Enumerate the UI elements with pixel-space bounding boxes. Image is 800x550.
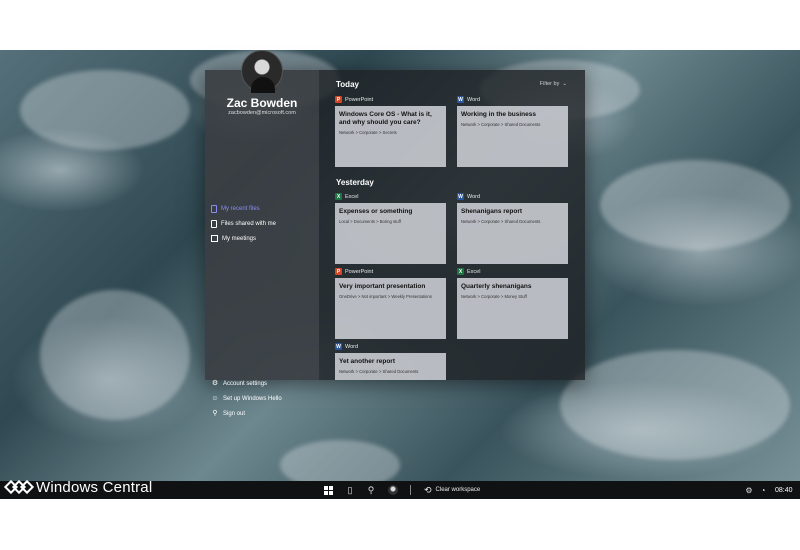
clear-workspace-icon: ⟲	[424, 484, 432, 495]
app-name: Word	[345, 343, 359, 350]
sidebar-item-account-settings[interactable]: ⚙ Account settings	[208, 377, 316, 390]
task-view-button[interactable]: ▯	[344, 484, 356, 496]
file-card[interactable]: P PowerPoint Very important presentation O…	[335, 267, 446, 339]
app-name: PowerPoint	[345, 268, 374, 275]
file-title: Quarterly shenanigans	[461, 283, 532, 290]
file-path: Network > Corporate > Shared Documents	[339, 369, 419, 374]
calendar-icon	[211, 235, 218, 242]
file-path: Network > Corporate > Money Stuff	[461, 294, 527, 299]
people-button[interactable]: ⚲	[365, 484, 377, 496]
recent-files-panel: Today Filter by ⌄ P PowerPoint Windows Co…	[319, 70, 585, 380]
sidebar-item-label: Set up Windows Hello	[223, 395, 282, 402]
user-avatar-button[interactable]	[387, 484, 399, 496]
sidebar-item-label: My meetings	[222, 235, 257, 242]
sidebar-item-recent-files[interactable]: My recent files	[208, 202, 316, 215]
windows-hello-icon: ☺	[211, 395, 219, 402]
shared-files-icon	[211, 219, 217, 228]
clear-workspace-button[interactable]: ⟲ Clear workspace	[424, 484, 480, 496]
person-icon: ⚲	[367, 484, 375, 495]
section-title-yesterday: Yesterday	[336, 178, 374, 187]
word-icon: W	[457, 96, 464, 103]
sidebar-item-sign-out[interactable]: ⚲ Sign out	[208, 407, 316, 420]
file-title: Windows Core OS - What is it, and why sh…	[339, 111, 432, 126]
file-card[interactable]: P PowerPoint Windows Core OS - What is it…	[335, 95, 446, 167]
file-card[interactable]: W Word Yet another report Network > Corpor…	[335, 342, 446, 380]
avatar[interactable]	[241, 50, 283, 93]
wifi-icon: ◔	[760, 485, 766, 495]
file-card[interactable]: W Word Shenanigans report Network > Corpor…	[457, 192, 568, 264]
network-tray-button[interactable]: ◔	[758, 484, 768, 496]
section-title-today: Today	[336, 80, 359, 89]
file-path: Network > Corporate > Shared Documents	[461, 219, 541, 224]
app-name: Excel	[467, 268, 481, 275]
clear-workspace-label: Clear workspace	[435, 487, 481, 493]
sidebar-item-windows-hello[interactable]: ☺ Set up Windows Hello	[208, 392, 316, 405]
app-name: Word	[467, 96, 481, 103]
document-icon	[211, 204, 217, 213]
windows-central-logo-icon	[3, 479, 35, 495]
sidebar-item-label: Sign out	[223, 410, 246, 417]
word-icon: W	[335, 343, 342, 350]
file-title: Expenses or something	[339, 208, 413, 215]
sidebar-item-meetings[interactable]: My meetings	[208, 232, 316, 245]
sidebar-item-label: Account settings	[223, 380, 268, 387]
settings-tray-button[interactable]: ⚙	[744, 484, 754, 496]
powerpoint-icon: P	[335, 268, 342, 275]
file-title: Very important presentation	[339, 283, 426, 290]
brand-text: Windows Central	[36, 478, 153, 496]
powerpoint-icon: P	[335, 96, 342, 103]
taskbar-divider	[410, 485, 411, 495]
clock[interactable]: 08:40	[775, 484, 793, 496]
word-icon: W	[457, 193, 464, 200]
file-card[interactable]: X Excel Quarterly shenanigans Network > Co…	[457, 267, 568, 339]
file-path: OneDrive > Not important > Weekly Presen…	[339, 294, 432, 299]
app-name: PowerPoint	[345, 96, 374, 103]
workspace-window: Zac Bowden zacbowden@microsoft.com My re…	[205, 50, 585, 417]
gear-icon: ⚙	[745, 485, 753, 495]
user-name: Zac Bowden	[226, 96, 298, 110]
file-path: Local > Documents > Boring stuff	[339, 219, 401, 224]
person-icon: ⚲	[212, 410, 218, 417]
sidebar-item-shared-files[interactable]: Files shared with me	[208, 217, 316, 230]
file-title: Shenanigans report	[461, 208, 523, 215]
start-button[interactable]	[322, 484, 334, 496]
chevron-down-icon: ⌄	[560, 81, 567, 87]
user-email: zacbowden@microsoft.com	[228, 110, 296, 116]
excel-icon: X	[457, 268, 464, 275]
sidebar: Zac Bowden zacbowden@microsoft.com My re…	[205, 50, 319, 417]
excel-icon: X	[335, 193, 342, 200]
avatar-icon	[388, 485, 398, 495]
windows-central-watermark: Windows Central	[3, 478, 153, 496]
sidebar-item-label: Files shared with me	[221, 220, 277, 227]
app-name: Excel	[345, 193, 359, 200]
file-title: Working in the business	[461, 111, 537, 118]
file-path: Network > Corporate > Shared Documents	[461, 122, 541, 127]
file-title: Yet another report	[339, 358, 395, 365]
filter-dropdown[interactable]: Filter by ⌄	[540, 81, 567, 87]
file-card[interactable]: W Word Working in the business Network > C…	[457, 95, 568, 167]
task-view-icon: ▯	[347, 484, 353, 495]
windows-logo-icon	[323, 485, 333, 495]
gear-icon: ⚙	[211, 380, 219, 387]
file-card[interactable]: X Excel Expenses or something Local > Docu…	[335, 192, 446, 264]
filter-label: Filter by	[539, 81, 560, 87]
app-name: Word	[467, 193, 481, 200]
file-path: Network > Corporate > Secrets	[339, 130, 397, 135]
sidebar-item-label: My recent files	[221, 205, 260, 212]
